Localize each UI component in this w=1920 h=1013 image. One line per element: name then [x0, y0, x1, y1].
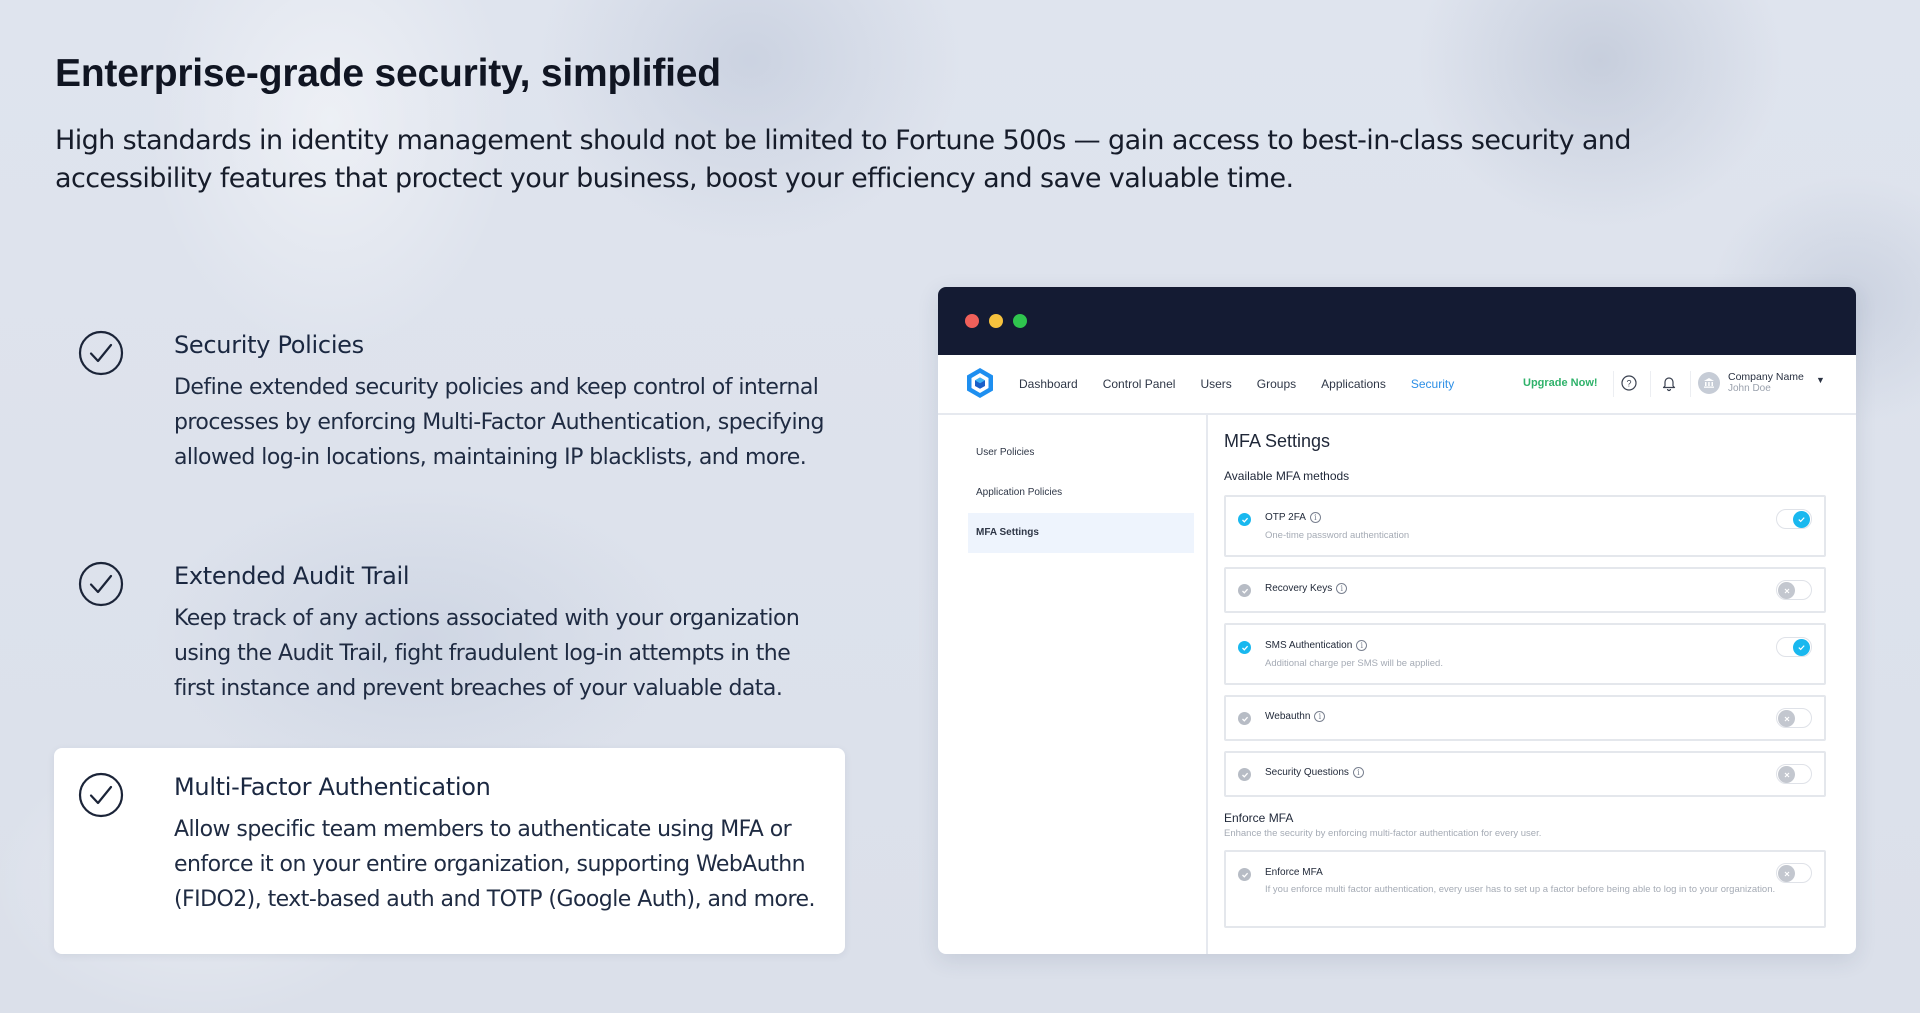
method-name: Security Questions: [1265, 767, 1349, 778]
disabled-status-icon: [1238, 584, 1251, 597]
mfa-method-sms-authentication: SMS Authentication i Additional charge p…: [1224, 623, 1826, 685]
enforce-mfa-toggle[interactable]: [1776, 863, 1812, 883]
help-icon[interactable]: ?: [1620, 374, 1638, 392]
company-avatar[interactable]: [1698, 372, 1720, 394]
webauthn-toggle[interactable]: [1776, 708, 1812, 728]
recovery-keys-toggle[interactable]: [1776, 580, 1812, 600]
info-icon[interactable]: i: [1309, 512, 1321, 523]
enforce-mfa-heading: Enforce MFA: [1224, 811, 1294, 825]
hero-subtitle: High standards in identity management sh…: [55, 125, 1631, 194]
feature-security-policies[interactable]: Security Policies Define extended securi…: [54, 306, 845, 495]
enabled-status-icon: [1238, 641, 1251, 654]
nav-item-dashboard[interactable]: Dashboard: [1019, 377, 1078, 391]
feature-title: Security Policies: [174, 331, 364, 359]
nav-item-groups[interactable]: Groups: [1257, 377, 1296, 391]
mfa-settings-panel: MFA Settings Available MFA methods OTP 2…: [1224, 415, 1826, 954]
enforce-mfa-description: Enhance the security by enforcing multi-…: [1224, 828, 1542, 839]
nav-divider: [1650, 371, 1651, 397]
window-maximize-button[interactable]: [1013, 314, 1027, 328]
method-description: One-time password authentication: [1265, 530, 1410, 541]
sidebar-item-mfa-settings[interactable]: MFA Settings: [968, 513, 1194, 553]
enforce-mfa-option: Enforce MFA If you enforce multi factor …: [1224, 850, 1826, 928]
info-icon[interactable]: i: [1352, 767, 1364, 778]
method-name: SMS Authentication: [1265, 640, 1353, 651]
method-name: OTP 2FA: [1265, 512, 1306, 523]
window-minimize-button[interactable]: [989, 314, 1003, 328]
sidebar-item-user-policies[interactable]: User Policies: [968, 433, 1194, 473]
nav-divider: [1613, 371, 1614, 397]
bell-icon[interactable]: [1660, 374, 1678, 392]
user-name[interactable]: John Doe: [1728, 383, 1771, 394]
upgrade-now-link[interactable]: Upgrade Now!: [1523, 377, 1598, 389]
check-circle-icon: [78, 330, 124, 376]
feature-description: Keep track of any actions associated wit…: [174, 606, 800, 701]
nav-item-users[interactable]: Users: [1200, 377, 1231, 391]
method-name: Recovery Keys: [1265, 583, 1333, 594]
nav-menu: Dashboard Control Panel Users Groups App…: [1019, 355, 1479, 413]
mfa-method-otp-2fa: OTP 2FA i One-time password authenticati…: [1224, 495, 1826, 557]
section-heading: Available MFA methods: [1224, 469, 1350, 483]
svg-text:?: ?: [1626, 379, 1631, 389]
sidebar-item-application-policies[interactable]: Application Policies: [968, 473, 1194, 513]
method-description: If you enforce multi factor authenticati…: [1265, 884, 1776, 895]
disabled-status-icon: [1238, 712, 1251, 725]
window-titlebar: [938, 287, 1856, 355]
nav-item-control-panel[interactable]: Control Panel: [1103, 377, 1176, 391]
settings-sidebar: User Policies Application Policies MFA S…: [938, 415, 1208, 954]
account-dropdown-caret-icon[interactable]: ▼: [1816, 375, 1825, 385]
feature-title: Multi-Factor Authentication: [174, 773, 491, 801]
sms-authentication-toggle[interactable]: [1776, 637, 1812, 657]
security-questions-toggle[interactable]: [1776, 764, 1812, 784]
nav-divider: [1690, 371, 1691, 397]
feature-audit-trail[interactable]: Extended Audit Trail Keep track of any a…: [54, 537, 845, 726]
top-navbar: Dashboard Control Panel Users Groups App…: [938, 355, 1856, 415]
nav-item-security[interactable]: Security: [1411, 377, 1454, 391]
disabled-status-icon: [1238, 768, 1251, 781]
enabled-status-icon: [1238, 513, 1251, 526]
check-circle-icon: [78, 561, 124, 607]
mfa-method-recovery-keys: Recovery Keys i: [1224, 567, 1826, 613]
info-icon[interactable]: i: [1356, 640, 1368, 651]
nav-item-applications[interactable]: Applications: [1321, 377, 1386, 391]
mfa-method-webauthn: Webauthn i: [1224, 695, 1826, 741]
company-name[interactable]: Company Name: [1728, 371, 1804, 383]
hero-title: Enterprise-grade security, simplified: [55, 52, 721, 95]
feature-description: Define extended security policies and ke…: [174, 375, 824, 470]
feature-title: Extended Audit Trail: [174, 562, 410, 590]
page-title: MFA Settings: [1224, 431, 1331, 451]
otp-2fa-toggle[interactable]: [1776, 509, 1812, 529]
method-name: Webauthn: [1265, 711, 1311, 722]
check-circle-icon: [78, 772, 124, 818]
feature-description: Allow specific team members to authentic…: [174, 817, 815, 912]
feature-mfa[interactable]: Multi-Factor Authentication Allow specif…: [54, 748, 845, 954]
info-icon[interactable]: i: [1314, 711, 1326, 722]
info-icon[interactable]: i: [1336, 583, 1348, 594]
app-window: Dashboard Control Panel Users Groups App…: [938, 287, 1856, 954]
window-close-button[interactable]: [965, 314, 979, 328]
disabled-status-icon: [1238, 868, 1251, 881]
building-icon: [1704, 378, 1714, 388]
mfa-method-security-questions: Security Questions i: [1224, 751, 1826, 797]
method-name: Enforce MFA: [1265, 867, 1323, 878]
method-description: Additional charge per SMS will be applie…: [1265, 658, 1443, 669]
logo-icon[interactable]: [966, 367, 994, 399]
